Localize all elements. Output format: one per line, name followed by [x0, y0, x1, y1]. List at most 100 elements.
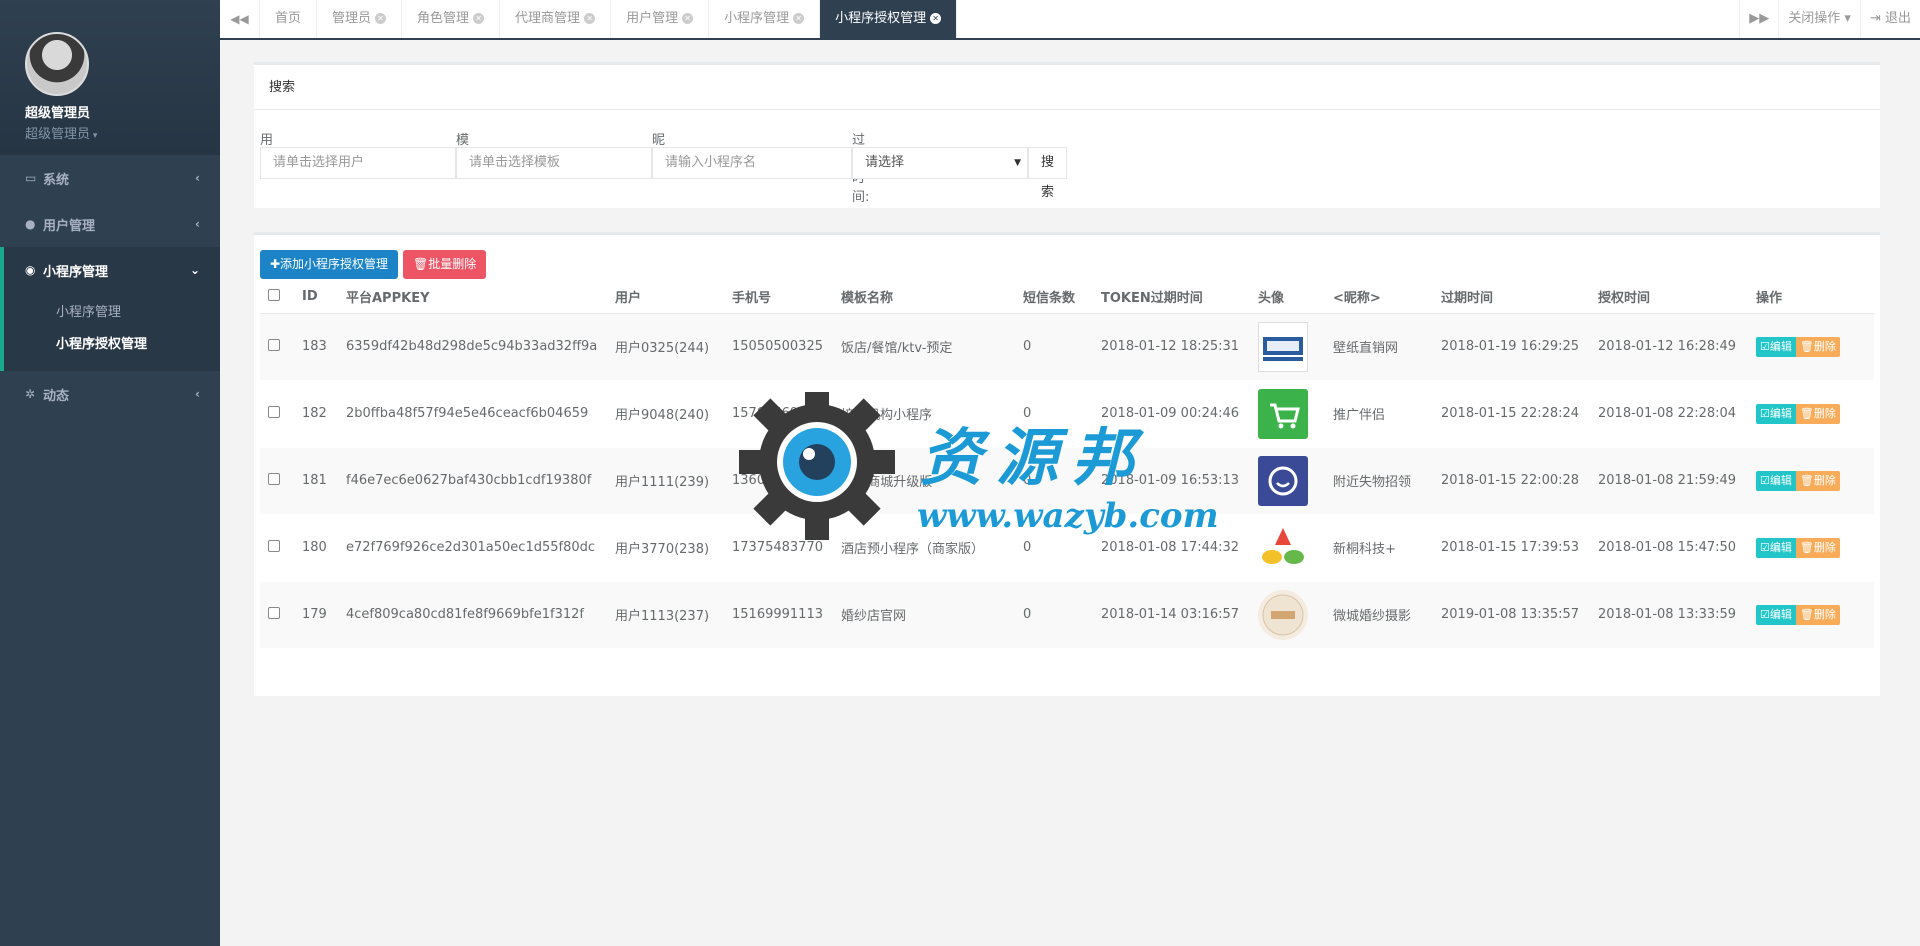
cell-actions: ☑编辑 🗑删除: [1748, 514, 1874, 582]
sidebar-submenu: 小程序管理 小程序授权管理: [4, 293, 220, 371]
sidebar-item-users[interactable]: ● 用户管理 ‹: [0, 201, 220, 247]
close-icon[interactable]: ✕: [930, 13, 942, 24]
delete-button[interactable]: 🗑删除: [1795, 537, 1840, 558]
tab-label: 管理员: [332, 11, 372, 26]
chevron-left-icon: ‹: [195, 171, 200, 185]
edit-button[interactable]: ☑编辑: [1756, 403, 1796, 424]
tab-roles[interactable]: 角色管理 ✕: [402, 0, 501, 38]
close-operations-dropdown[interactable]: 关闭操作 ▾: [1778, 0, 1860, 38]
row-checkbox[interactable]: [268, 606, 280, 619]
sidebar-subitem-miniprogram-manage[interactable]: 小程序管理: [4, 297, 220, 329]
tab-agents[interactable]: 代理商管理 ✕: [500, 0, 612, 38]
col-template: 模板名称: [833, 281, 1015, 314]
tab-label: 小程序管理: [724, 11, 790, 26]
add-auth-button[interactable]: ✚添加小程序授权管理: [260, 250, 399, 279]
cell-user: 用户1111(239): [607, 447, 724, 515]
cell-nickname: 新桐科技+: [1325, 514, 1433, 582]
user-role-label: 超级管理员: [25, 127, 91, 142]
col-nickname: <昵称>: [1325, 281, 1433, 314]
tab-admin[interactable]: 管理员 ✕: [317, 0, 403, 38]
tab-scroll-right-button[interactable]: ▶▶: [1739, 0, 1778, 38]
edit-button[interactable]: ☑编辑: [1756, 604, 1796, 625]
cell-auth-time: 2018-01-08 21:59:49: [1590, 447, 1748, 515]
batch-delete-button[interactable]: 🗑批量删除: [403, 250, 487, 279]
shopping-cart-logo-image: [1258, 388, 1308, 439]
row-checkbox-cell: [260, 514, 294, 582]
edit-button[interactable]: ☑编辑: [1756, 470, 1796, 491]
tab-tools: ▶▶ 关闭操作 ▾ ⇥ 退出: [1739, 0, 1920, 38]
edit-button[interactable]: ☑编辑: [1756, 537, 1796, 558]
cell-appkey: 2b0ffba48f57f94e5e46ceacf6b04659: [338, 380, 607, 448]
close-icon[interactable]: ✕: [793, 13, 805, 24]
tab-label: 首页: [275, 11, 302, 26]
cell-appkey: 6359df42b48d298de5c94b33ad32ff9a: [338, 313, 607, 381]
table-row: 181 f46e7ec6e0627baf430cbb1cdf19380f 用户1…: [260, 447, 1874, 515]
cell-appkey: f46e7ec6e0627baf430cbb1cdf19380f: [338, 447, 607, 515]
avatar[interactable]: [25, 32, 89, 96]
expire-select[interactable]: 请选择 ▼: [852, 147, 1028, 179]
row-checkbox[interactable]: [268, 405, 280, 418]
table-row: 182 2b0ffba48f57f94e5e46ceacf6b04659 用户9…: [260, 380, 1874, 448]
cell-actions: ☑编辑 🗑删除: [1748, 581, 1874, 649]
row-checkbox[interactable]: [268, 472, 280, 485]
cell-actions: ☑编辑 🗑删除: [1748, 380, 1874, 448]
row-checkbox[interactable]: [268, 338, 280, 351]
cell-phone: 17375483770: [724, 514, 833, 582]
cell-avatar: [1250, 380, 1325, 448]
cell-expire: 2018-01-15 22:00:28: [1433, 447, 1590, 515]
cell-id: 179: [294, 581, 338, 649]
sidebar-item-miniprogram[interactable]: ◉ 小程序管理 ⌄: [4, 247, 220, 293]
row-checkbox[interactable]: [268, 539, 280, 552]
nickname-input[interactable]: 请输入小程序名: [652, 147, 852, 179]
user-select-input[interactable]: 请单击选择用户: [260, 147, 456, 179]
search-button[interactable]: 搜索: [1028, 147, 1068, 200]
cell-nickname: 附近失物招领: [1325, 447, 1433, 515]
cell-token-expire: 2018-01-08 17:44:32: [1093, 514, 1250, 582]
tab-scroll-left-button[interactable]: ◀◀: [220, 0, 260, 38]
row-checkbox-cell: [260, 380, 294, 448]
dropdown-arrow-icon: ▼: [1014, 158, 1021, 168]
edit-button[interactable]: ☑编辑: [1756, 336, 1796, 357]
col-auth-time: 授权时间: [1590, 281, 1748, 314]
sidebar-item-system[interactable]: ▭ 系统 ‹: [0, 155, 220, 201]
chevron-down-icon: ⌄: [189, 263, 200, 277]
search-panel-title: 搜索: [254, 65, 1880, 110]
smiley-logo-image: [1258, 455, 1308, 506]
cell-nickname: 微城婚纱摄影: [1325, 581, 1433, 649]
sidebar-item-dynamic[interactable]: ✲ 动态 ‹: [0, 371, 220, 417]
cell-id: 182: [294, 380, 338, 448]
monitor-icon: ▭: [25, 171, 37, 185]
template-select-input[interactable]: 请单击选择模板: [456, 147, 652, 179]
select-all-checkbox[interactable]: [268, 288, 280, 301]
cell-user: 用户3770(238): [607, 514, 724, 582]
tab-miniprogram-auth[interactable]: 小程序授权管理 ✕: [820, 0, 958, 38]
cell-id: 180: [294, 514, 338, 582]
row-checkbox-cell: [260, 313, 294, 381]
cell-user: 用户9048(240): [607, 380, 724, 448]
close-icon[interactable]: ✕: [375, 13, 387, 24]
close-operations-label: 关闭操作: [1788, 11, 1841, 26]
cell-actions: ☑编辑 🗑删除: [1748, 447, 1874, 515]
logout-button[interactable]: ⇥ 退出: [1859, 0, 1920, 38]
cell-appkey: 4cef809ca80cd81fe8f9669bfe1f312f: [338, 581, 607, 649]
delete-button[interactable]: 🗑删除: [1795, 403, 1840, 424]
cell-sms: 0: [1015, 380, 1093, 448]
wechat-icon: ◉: [25, 263, 36, 277]
cell-template: 饭店/餐馆/ktv-预定: [833, 313, 1015, 381]
cell-template: 培训机构小程序: [833, 380, 1015, 448]
delete-button[interactable]: 🗑删除: [1795, 336, 1840, 357]
user-role-dropdown[interactable]: 超级管理员 ▾: [25, 123, 220, 142]
close-icon[interactable]: ✕: [584, 13, 596, 24]
tab-home[interactable]: 首页: [260, 0, 318, 38]
delete-button[interactable]: 🗑删除: [1795, 604, 1840, 625]
sidebar-subitem-miniprogram-auth[interactable]: 小程序授权管理: [4, 329, 220, 361]
logout-label: 退出: [1884, 11, 1911, 26]
sign-out-icon: ⇥: [1869, 11, 1885, 26]
col-appkey: 平台APPKEY: [338, 281, 607, 314]
close-icon[interactable]: ✕: [682, 13, 694, 24]
delete-button[interactable]: 🗑删除: [1795, 470, 1840, 491]
tab-users[interactable]: 用户管理 ✕: [611, 0, 710, 38]
cell-expire: 2019-01-08 13:35:57: [1433, 581, 1590, 649]
tab-miniprogram[interactable]: 小程序管理 ✕: [709, 0, 821, 38]
close-icon[interactable]: ✕: [473, 13, 485, 24]
